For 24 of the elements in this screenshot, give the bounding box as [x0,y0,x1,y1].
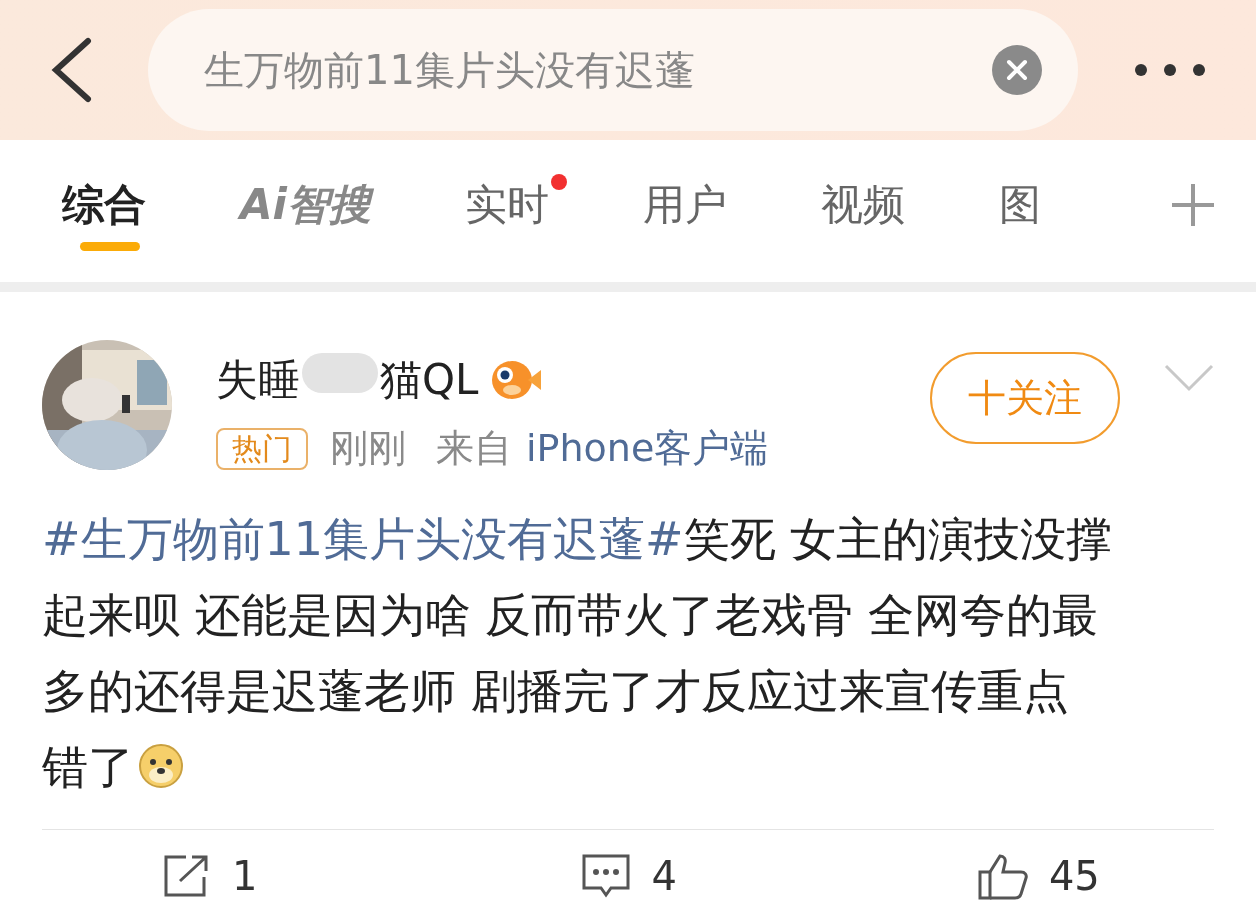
username[interactable]: 失睡 [216,347,300,411]
comment-button[interactable]: 4 [581,845,677,906]
back-icon[interactable] [50,37,94,103]
hashtag-link[interactable]: #生万物前11集片头没有迟蓬# [42,512,684,566]
hot-badge: 热门 [216,427,308,470]
plus-icon[interactable] [1170,182,1216,228]
post-time: 刚刚 [330,425,406,472]
tab[interactable]: 图 [998,184,1041,226]
source-link[interactable]: iPhone客户端 [526,420,769,477]
like-button[interactable]: 45 [976,845,1100,906]
comment-icon [581,852,632,899]
tab[interactable]: 视频 [820,184,905,226]
tab-underline [80,242,140,251]
search-field[interactable]: 生万物前11集片头没有迟蓬 [148,9,1078,131]
source-label: 来自 [436,425,512,472]
doge-emoji-icon [138,743,184,789]
more-icon[interactable] [1134,63,1206,77]
repost-button[interactable]: 1 [162,845,258,906]
post-text: #生万物前11集片头没有迟蓬#笑死 女主的演技没撑 起来呗 还能是因为啥 反而带火了老戏骨 全网夸的最 多的还得是迟蓬老师 剧播完了才反应过来宣传重点 错了 [42,511,1113,796]
clear-icon[interactable] [992,45,1042,95]
tab[interactable]: 用户 [642,184,727,226]
tab[interactable]: 综合 [62,184,146,226]
username[interactable]: 猫QL [380,347,479,411]
tab[interactable]: 实时 [464,184,549,226]
